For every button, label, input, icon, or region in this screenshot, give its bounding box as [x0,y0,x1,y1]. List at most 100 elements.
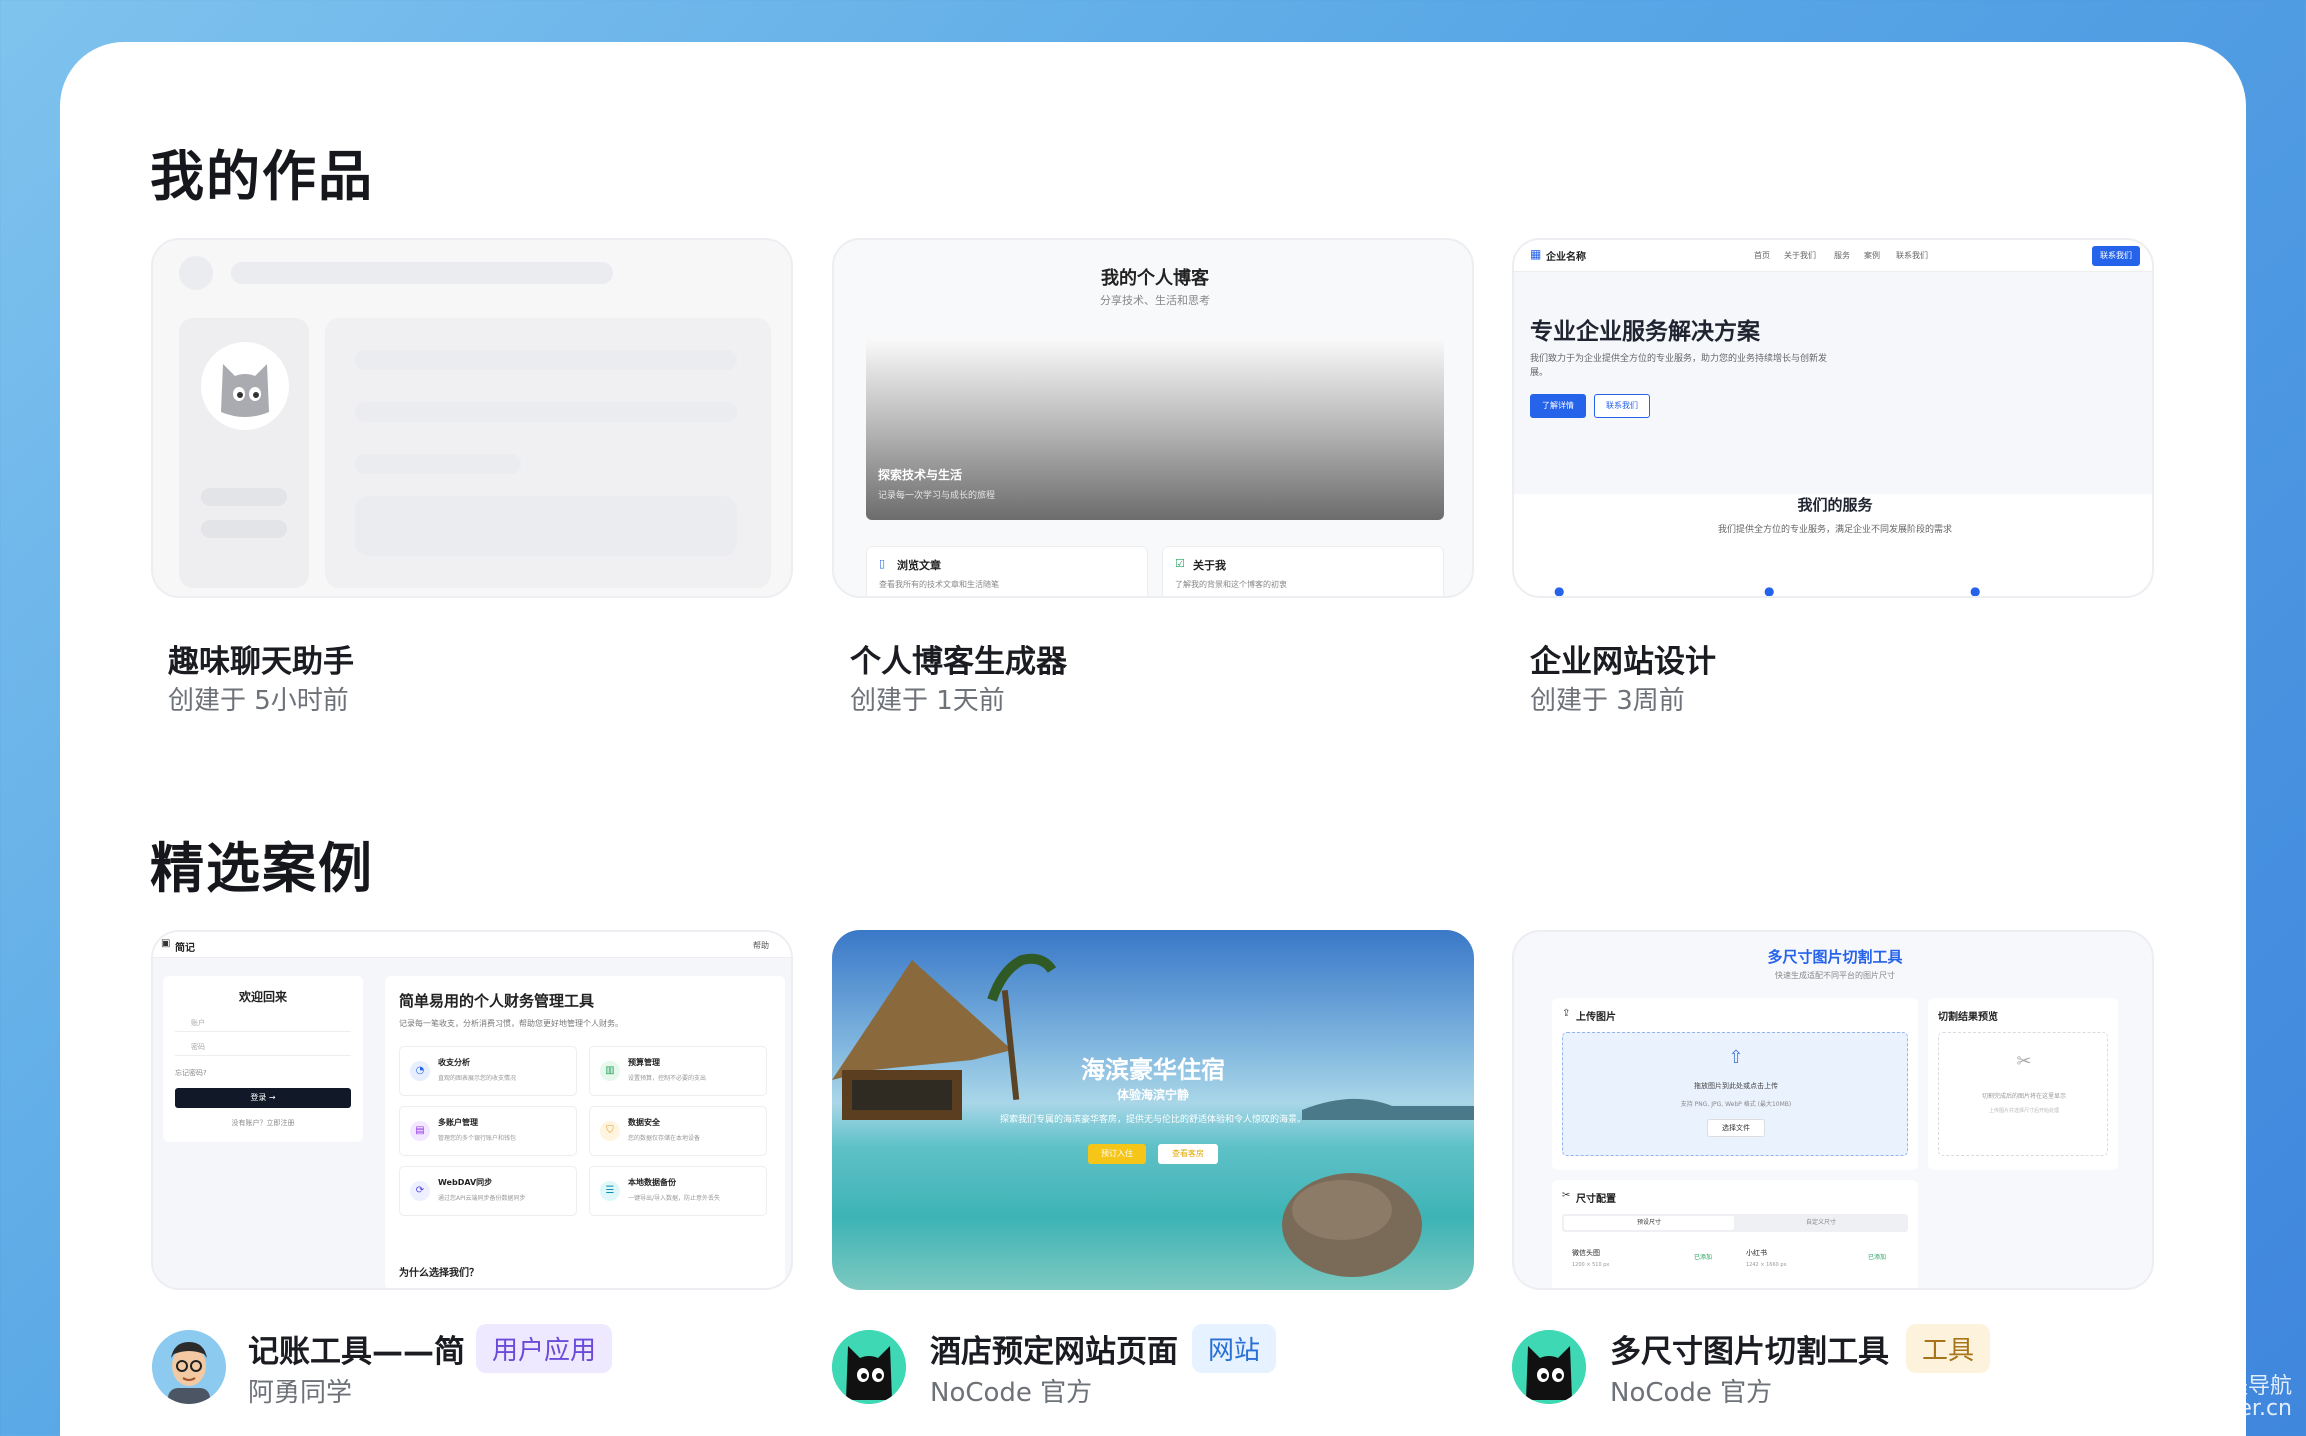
result-title: 切割结果预览 [1938,1012,1998,1023]
hotel-rooms-button[interactable]: 查看客房 [1158,1144,1218,1164]
hotel-hero-title: 海滨豪华住宿 [1081,1056,1225,1084]
preset-name: 微信头图 [1572,1249,1600,1257]
nav-link[interactable]: 联系我们 [1896,250,1928,261]
work-card-corporate-site[interactable]: ▦ 企业名称 首页 关于我们 服务 案例 联系我们 联系我们 专业企业服务解决方… [1512,238,2154,598]
nav-link[interactable]: 案例 [1864,250,1880,261]
corp-hero-desc: 我们致力于为企业提供全方位的专业服务，助力您的业务持续增长与创新发展。 [1530,354,1828,378]
feature-panel: 简单易用的个人财务管理工具 记录每一笔收支，分析消费习惯，帮助您更好地管理个人财… [385,976,785,1278]
size-config-panel: ✂ 尺寸配置 预设尺寸 自定义尺寸 微信头图 1200 × 510 px 已添加… [1552,1180,1918,1288]
tab-custom[interactable]: 自定义尺寸 [1736,1216,1906,1230]
blog-hero-title: 探索技术与生活 [878,468,963,482]
case-tag: 网站 [1192,1324,1277,1373]
feature-item: ▤ 多账户管理 管理您的多个银行账户和钱包 [399,1106,577,1156]
blog-card-desc: 查看我所有的技术文章和生活随笔 [879,580,999,589]
scissors-icon: ✂ [2016,1051,2032,1072]
case-author: 阿勇同学 [248,1378,353,1408]
featured-card-bookkeeping[interactable]: ▣ 简记 帮助 欢迎回来 账户 密码 忘记密码? 登录 → 没有账户？立即注册 … [151,930,793,1290]
result-dropzone: ✂ 切割完成后的图片将在这里显示 上传图片并选择尺寸后开始处理 [1938,1032,2108,1156]
feature-desc: 设置预算，控制不必要的支出 [628,1075,707,1082]
skeleton-avatar [179,256,213,290]
register-link[interactable]: 没有账户？立即注册 [163,1118,363,1128]
case-author: NoCode 官方 [1610,1378,1773,1408]
case-title: 记账工具——简 [248,1334,465,1370]
scissors-icon: ✂ [1562,1190,1571,1201]
work-card-chat-assistant[interactable] [151,238,793,598]
corp-hero-title: 专业企业服务解决方案 [1530,319,1760,345]
why-section: 为什么选择我们？ [385,1250,785,1288]
feature-name: 本地数据备份 [628,1178,676,1187]
featured-card-hotel[interactable]: 海滨豪华住宿 体验海滨宁静 探索我们专属的海滨豪华客房，提供无与伦比的舒适体验和… [832,930,1474,1290]
feature-name: WebDAV同步 [438,1178,493,1187]
choose-file-button[interactable]: 选择文件 [1707,1119,1765,1137]
feature-desc: 管理您的多个银行账户和钱包 [438,1135,517,1142]
featured-card-image-cutter[interactable]: 多尺寸图片切割工具 快速生成适配不同平台的图片尺寸 ⇪ 上传图片 ⇧ 拖放图片到… [1512,930,2154,1290]
size-tabs: 预设尺寸 自定义尺寸 [1562,1214,1908,1232]
avatar [152,1330,226,1404]
blog-card-title: 关于我 [1193,559,1226,572]
feature-item: ☰ 本地数据备份 一键导出/导入数据，防止意外丢失 [589,1166,767,1216]
login-button[interactable]: 登录 → [175,1088,351,1108]
shield-icon: ⛉ [600,1121,620,1141]
upload-panel: ⇪ 上传图片 ⇧ 拖放图片到此处或点击上传 支持 PNG, JPG, WebP … [1552,998,1918,1170]
blog-card-desc: 了解我的背景和这个博客的初衷 [1175,580,1287,589]
sync-icon: ⟳ [410,1181,430,1201]
corp-contact-button[interactable]: 联系我们 [1594,394,1650,418]
notebook-icon: ▣ [161,938,171,949]
work-created-time: 创建于 1天前 [850,686,1005,716]
hotel-book-button[interactable]: 预订入住 [1088,1144,1146,1164]
app-name: 简记 [175,943,195,954]
hotel-hero-subtitle: 体验海滨宁静 [1116,1088,1189,1102]
feature-desc: 通过您API云端同步备份数据同步 [438,1195,526,1202]
corp-cta-button[interactable]: 联系我们 [2092,246,2140,266]
blog-card-about[interactable]: ☑ 关于我 了解我的背景和这个博客的初衷 [1162,546,1444,596]
blog-hero-image: 探索技术与生活 记录每一次学习与成长的旅程 [866,338,1444,520]
service-icon: ● [1764,584,1775,598]
feature-name: 收支分析 [438,1058,470,1067]
nav-link[interactable]: 首页 [1754,250,1770,261]
work-title: 个人博客生成器 [850,644,1067,680]
blog-card-title: 浏览文章 [897,559,941,572]
preset-added-badge[interactable]: 已添加 [1694,1252,1712,1261]
preset-added-badge[interactable]: 已添加 [1868,1252,1886,1261]
beach-scene-image [832,953,1474,1277]
feature-name: 多账户管理 [438,1118,478,1127]
why-title: 为什么选择我们？ [399,1268,479,1279]
feature-item: ⛉ 数据安全 您的数据仅存储在本地设备 [589,1106,767,1156]
app-header: ▣ 简记 帮助 [153,932,791,958]
help-link[interactable]: 帮助 [753,940,769,951]
result-hint: 切割完成后的图片将在这里显示 [1981,1093,2066,1100]
work-title: 企业网站设计 [1530,644,1716,680]
avatar [1512,1330,1586,1404]
corp-services-title: 我们的服务 [1797,496,1873,514]
feature-desc: 一键导出/导入数据，防止意外丢失 [628,1195,721,1202]
case-tag: 用户应用 [476,1324,613,1373]
case-tag: 工具 [1906,1324,1991,1373]
account-field[interactable]: 账户 [175,1014,351,1032]
work-card-blog-generator[interactable]: 我的个人博客 分享技术、生活和思考 探索技术与生活 记录每一次学习与成长的旅程 … [832,238,1474,598]
building-icon: ▦ [1530,247,1542,261]
avatar [832,1330,906,1404]
skeleton-line [355,350,737,370]
result-hint-secondary: 上传图片并选择尺寸后开始处理 [1988,1108,2059,1114]
hotel-hero-desc: 探索我们专属的海滨豪华客房，提供无与伦比的舒适体验和令人惊叹的海景。 [999,1115,1306,1125]
corp-services-desc: 我们提供全方位的专业服务，满足企业不同发展阶段的需求 [1717,525,1952,535]
tab-preset[interactable]: 预设尺寸 [1564,1216,1734,1230]
skeleton-line [201,520,287,538]
nav-link[interactable]: 服务 [1834,250,1850,261]
blog-card-articles[interactable]: ▯ 浏览文章 查看我所有的技术文章和生活随笔 [866,546,1148,596]
tagline: 记录每一笔收支，分析消费习惯，帮助您更好地管理个人财务。 [399,1019,623,1028]
corp-learn-more-button[interactable]: 了解详情 [1530,394,1586,418]
upload-dropzone[interactable]: ⇧ 拖放图片到此处或点击上传 支持 PNG, JPG, WebP 格式 (最大1… [1562,1032,1908,1156]
service-icon: ● [1970,584,1981,598]
password-field[interactable]: 密码 [175,1038,351,1056]
case-author: NoCode 官方 [930,1378,1093,1408]
corp-hero: 专业企业服务解决方案 我们致力于为企业提供全方位的专业服务，助力您的业务持续增长… [1514,272,2152,494]
upload-formats: 支持 PNG, JPG, WebP 格式 (最大10MB) [1680,1101,1792,1108]
login-welcome: 欢迎回来 [238,990,287,1004]
forgot-password-link[interactable]: 忘记密码? [175,1068,207,1078]
chart-icon: ◔ [410,1061,430,1081]
case-title: 多尺寸图片切割工具 [1610,1334,1889,1370]
nav-link[interactable]: 关于我们 [1784,250,1816,261]
skeleton-line [355,402,737,422]
login-card: 欢迎回来 账户 密码 忘记密码? 登录 → 没有账户？立即注册 [163,976,363,1142]
